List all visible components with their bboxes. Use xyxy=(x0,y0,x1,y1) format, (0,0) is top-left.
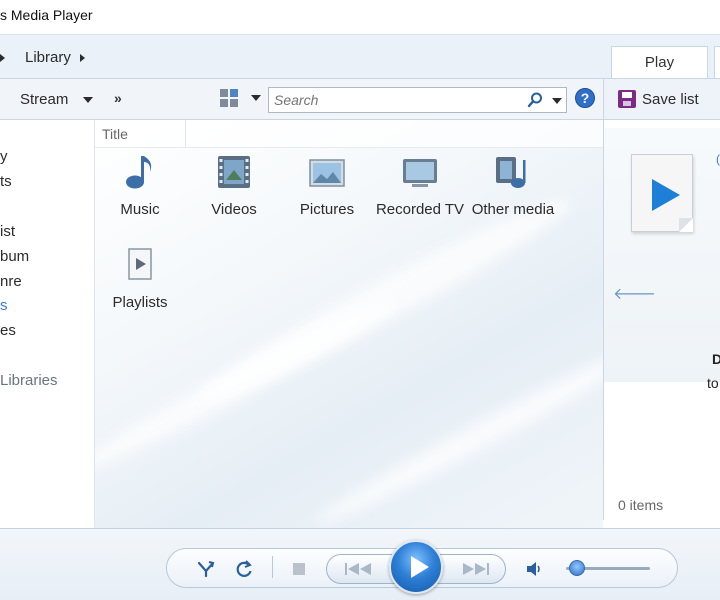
column-title[interactable]: Title xyxy=(95,120,186,148)
list-options-mark[interactable]: ( xyxy=(716,152,720,166)
sidebar-item-7[interactable]: es xyxy=(0,322,16,339)
help-button[interactable]: ? xyxy=(575,88,595,108)
tile-pictures[interactable]: Pictures xyxy=(281,152,373,218)
list-pane: ( 🡐 D to 0 items xyxy=(603,120,720,520)
next-icon[interactable] xyxy=(459,561,491,577)
breadcrumb-arrow-1[interactable] xyxy=(0,49,5,66)
navigation-bar: Library Play xyxy=(0,34,720,80)
playlist-icon xyxy=(128,248,152,280)
music-note-icon xyxy=(126,156,152,189)
tile-playlists[interactable]: Playlists xyxy=(95,245,186,311)
drag-items-heading: D xyxy=(712,351,720,367)
shuffle-icon[interactable] xyxy=(196,559,216,579)
save-list-button[interactable]: Save list xyxy=(642,91,699,108)
search-dropdown-icon[interactable] xyxy=(552,98,562,104)
playlist-document-icon xyxy=(631,154,693,232)
toolbar-overflow-button[interactable]: » xyxy=(114,90,122,106)
tile-other-media[interactable]: Other media xyxy=(467,152,559,218)
tile-label: Videos xyxy=(211,201,257,218)
chevron-right-icon xyxy=(80,54,85,62)
list-toolbar: Save list xyxy=(603,78,720,120)
navigation-pane: y ts ist bum nre s es Libraries xyxy=(0,120,95,528)
tile-label: Other media xyxy=(471,201,555,218)
tab-play[interactable]: Play xyxy=(611,46,708,80)
sidebar-item-2[interactable]: ts xyxy=(0,173,12,190)
previous-icon[interactable] xyxy=(343,561,375,577)
save-icon[interactable] xyxy=(618,90,636,108)
repeat-icon[interactable] xyxy=(234,559,254,579)
breadcrumb-library[interactable]: Library xyxy=(25,49,71,66)
sidebar-item-3[interactable]: ist xyxy=(0,223,15,240)
volume-thumb[interactable] xyxy=(569,560,585,576)
search-box xyxy=(268,87,567,113)
column-header: Title xyxy=(95,120,603,148)
stop-icon[interactable] xyxy=(293,563,305,575)
play-button[interactable] xyxy=(389,540,443,594)
search-input[interactable] xyxy=(274,91,514,109)
list-area: ( 🡐 xyxy=(604,128,720,382)
sidebar-item-other-libraries[interactable]: Libraries xyxy=(0,372,58,389)
film-strip-icon xyxy=(218,156,250,188)
sidebar-item-1[interactable]: y xyxy=(0,148,8,165)
chevron-down-icon xyxy=(82,97,93,104)
monitor-icon xyxy=(403,159,437,187)
view-options-dropdown[interactable] xyxy=(251,95,261,101)
window-title: s Media Player xyxy=(0,7,93,23)
title-bar: s Media Player xyxy=(0,0,720,34)
back-arrow-icon[interactable]: 🡐 xyxy=(613,283,656,304)
tile-label: Pictures xyxy=(299,201,355,218)
sidebar-item-6[interactable]: s xyxy=(0,297,8,314)
other-media-icon xyxy=(496,157,526,188)
search-icon[interactable] xyxy=(526,91,544,109)
chevron-right-icon xyxy=(0,54,5,62)
breadcrumb-arrow-2[interactable] xyxy=(80,49,85,66)
sidebar-item-5[interactable]: nre xyxy=(0,273,22,290)
tab-burn[interactable] xyxy=(714,46,720,80)
items-count: 0 items xyxy=(618,497,664,513)
tile-music[interactable]: Music xyxy=(95,152,186,218)
mute-icon[interactable] xyxy=(525,559,543,579)
library-toolbar: Stream » ? xyxy=(0,78,603,120)
library-content: Title Music Videos Pictures Recorded TV … xyxy=(95,120,603,528)
view-options-icon[interactable] xyxy=(220,89,238,107)
stream-menu-button[interactable]: Stream xyxy=(20,91,93,108)
tile-label: Recorded TV xyxy=(375,201,465,218)
control-separator xyxy=(272,556,273,578)
landscape-picture-icon xyxy=(309,159,345,187)
sidebar-item-4[interactable]: bum xyxy=(0,248,29,265)
tile-recorded-tv[interactable]: Recorded TV xyxy=(374,152,466,218)
tile-videos[interactable]: Videos xyxy=(188,152,280,218)
tile-label: Playlists xyxy=(112,294,168,311)
tile-label: Music xyxy=(120,201,160,218)
drag-items-text: to xyxy=(707,375,719,391)
stream-label: Stream xyxy=(20,91,69,108)
